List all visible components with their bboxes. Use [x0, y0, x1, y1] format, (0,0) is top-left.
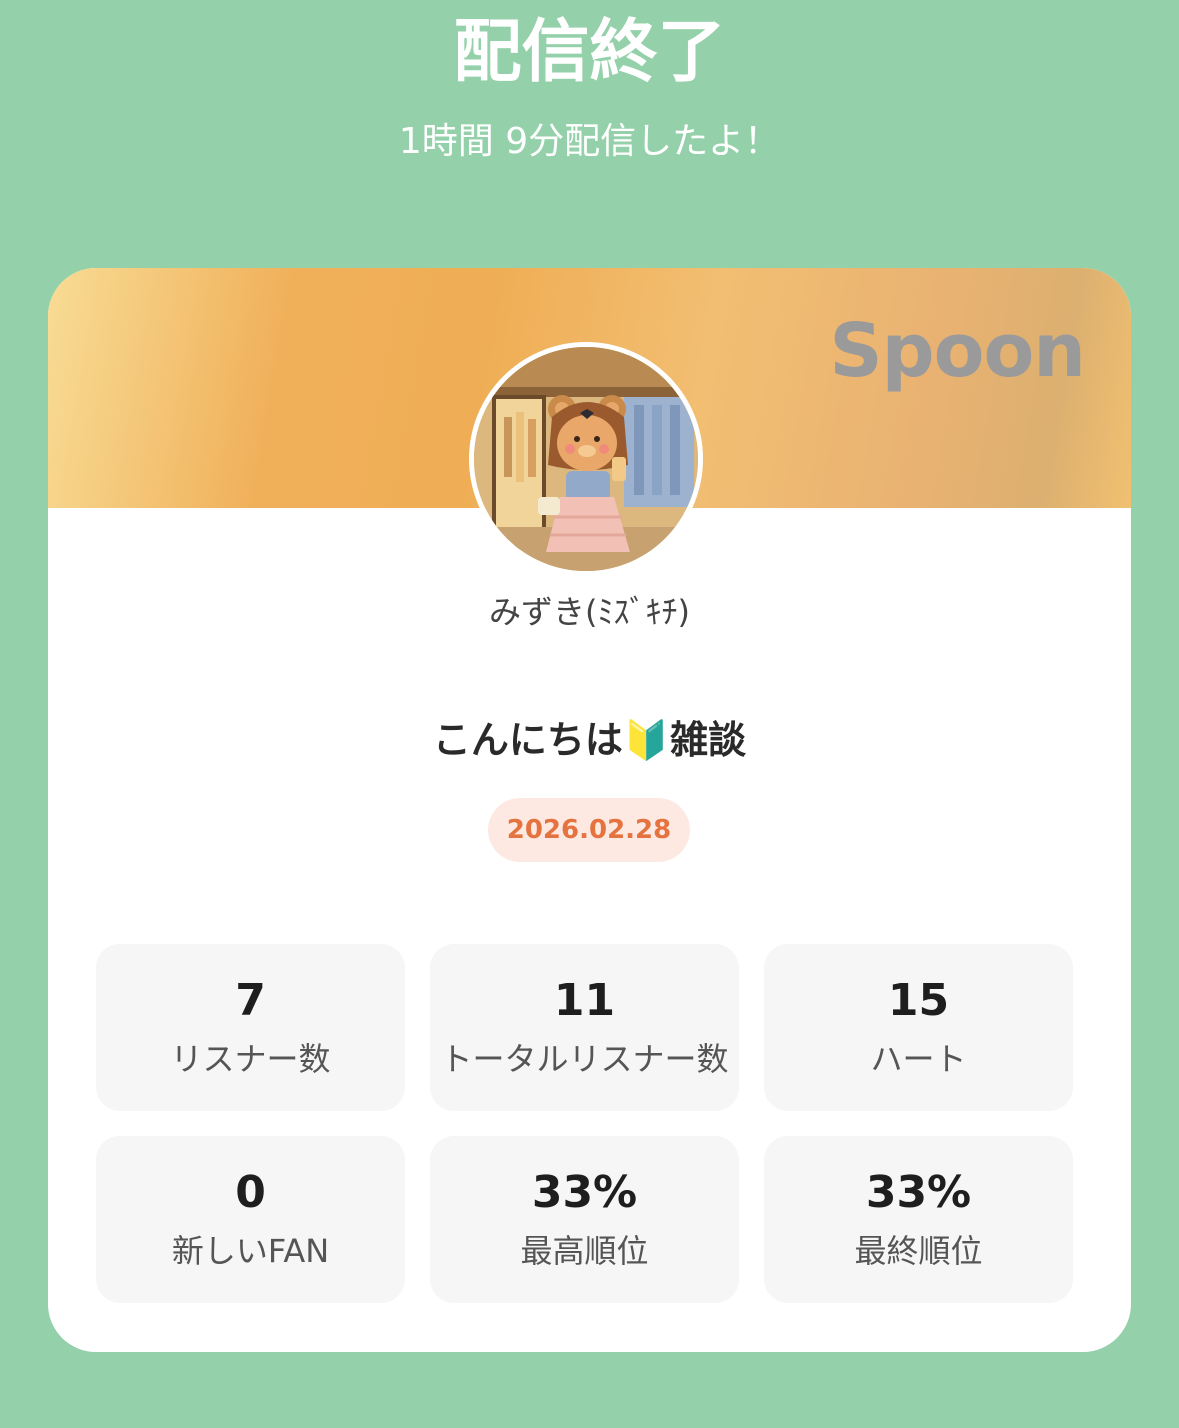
stat-value: 0 [235, 1166, 266, 1218]
stream-title: こんにちは🔰雑談 [432, 718, 747, 762]
stat-label: 最終順位 [854, 1231, 983, 1270]
date-text: 2026.02.28 [506, 815, 672, 845]
stat-label: 新しいFAN [171, 1231, 330, 1270]
stat-hearts: 15 ハート [764, 944, 1073, 1111]
stat-label: リスナー数 [170, 1039, 331, 1078]
stat-value: 15 [887, 974, 950, 1026]
spoon-logo: Spoon [829, 308, 1086, 394]
stat-label: ハート [870, 1039, 967, 1078]
avatar [469, 342, 703, 576]
broadcast-summary-card: Spoon みずき(ﾐｽﾞｷﾁ) こんにちは🔰雑談 2026.02.28 7 リ… [48, 268, 1131, 1352]
date-badge: 2026.02.28 [488, 798, 690, 862]
stat-value: 11 [553, 974, 616, 1026]
stat-value: 33% [865, 1166, 972, 1218]
stat-total-listeners: 11 トータルリスナー数 [430, 944, 739, 1111]
username: みずき(ﾐｽﾞｷﾁ) [489, 593, 690, 631]
stat-final-rank: 33% 最終順位 [764, 1136, 1073, 1303]
stat-value: 7 [235, 974, 266, 1026]
avatar-illustration [474, 347, 698, 571]
broadcast-duration: 1時間 9分配信したよ！ [398, 121, 781, 162]
stat-label: 最高順位 [520, 1231, 649, 1270]
stat-value: 33% [531, 1166, 638, 1218]
stat-listeners: 7 リスナー数 [96, 944, 405, 1111]
page-title: 配信終了 [453, 13, 726, 92]
stat-highest-rank: 33% 最高順位 [430, 1136, 739, 1303]
stat-new-fans: 0 新しいFAN [96, 1136, 405, 1303]
stat-label: トータルリスナー数 [440, 1039, 729, 1078]
stats-grid: 7 リスナー数 11 トータルリスナー数 15 ハート 0 新しいFAN 33%… [96, 944, 1073, 1303]
